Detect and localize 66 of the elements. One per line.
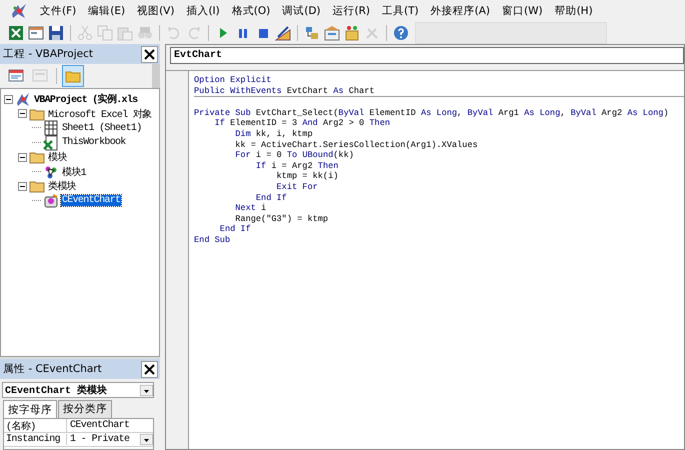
code-line: End If [218,224,252,235]
module-icon [43,164,59,180]
menu-item[interactable]: 调试(D) [282,4,320,18]
collapse-toggle-icon[interactable] [4,94,13,104]
close-icon[interactable] [141,46,158,62]
tree-item[interactable]: Microsoft Excel 对象 [47,106,152,121]
ruler-icon[interactable] [275,24,291,40]
object-browser-icon[interactable] [344,24,360,40]
collapse-toggle-icon[interactable] [18,109,27,118]
collapse-toggle-icon[interactable] [18,152,27,162]
tree-item[interactable]: Sheet1 (Sheet1) [61,122,143,134]
code-line: kk = ActiveChart.SeriesCollection(Arg1).XValues [234,140,479,150]
menu-item[interactable]: 工具(T) [382,4,419,18]
vba-logo-icon [10,2,28,20]
dropdown-arrow-icon[interactable] [140,434,153,445]
property-value[interactable]: 1 - Private [67,434,140,445]
code-line: Exit For [276,182,319,193]
tree-item[interactable]: 模块 [47,150,68,164]
code-line: Range("G3") = ktmp [234,214,330,224]
property-name: (名称) [4,418,67,432]
save-icon[interactable] [48,24,64,40]
close-icon[interactable] [141,360,158,378]
menu-item[interactable]: 运行(R) [332,4,370,18]
spreadsheet-icon[interactable] [8,24,24,40]
tree-item[interactable]: CEventChart [61,195,122,206]
tab[interactable]: 按分类序 [58,400,112,418]
menu-item[interactable]: 格式(O) [232,4,270,18]
object-dropdown[interactable]: CEventChart 类模块 [2,382,154,398]
project-explorer-icon[interactable] [304,24,320,40]
tree-item[interactable]: VBAProject (实例.xls [33,92,138,106]
workbook-icon [43,134,59,151]
code-line: For i = 0 To UBound(kk) [234,150,355,161]
code-line: End If [254,192,288,204]
class-module-icon [43,192,59,209]
pane-title: 属性 - CEventChart [3,362,102,376]
tab[interactable]: 按字母序 [3,400,57,418]
code-line: If i = Arg2 Then [254,160,340,172]
properties-icon[interactable] [324,24,340,40]
code-line: Next i [234,203,268,214]
help-icon[interactable] [393,24,409,40]
code-line: Private Sub EvtChart_Select(ByVal ElementID As Long, ByVal Arg1 As Long, ByVal Arg2 As Long) [194,108,670,118]
code-line: Option Explicit [194,75,272,86]
object-box[interactable]: EvtChart [170,47,684,64]
property-name: Instancing [4,434,67,445]
menu-item[interactable]: 编辑(E) [88,4,126,18]
menu-item[interactable]: 文件(F) [40,4,76,18]
menu-item[interactable]: 帮助(H) [554,4,593,18]
tree-item[interactable]: 类模块 [47,179,77,194]
code-line: If ElementID = 3 And Arg2 > 0 Then [214,118,392,129]
code-line: End Sub [194,234,232,246]
sheet-icon [43,120,59,136]
code-line: Dim kk, i, ktmp [234,128,314,140]
property-value[interactable]: CEventChart [67,420,153,431]
project-icon [15,91,31,108]
tree-item[interactable]: ThisWorkbook [61,137,127,148]
code-line: Public WithEvents EvtChart As Chart [194,86,376,96]
collapse-toggle-icon[interactable] [18,182,27,191]
pane-title: 工程 - VBAProject [3,47,93,61]
menu-item[interactable]: 窗口(W) [502,4,543,18]
form-icon[interactable] [28,24,44,40]
tree-item[interactable]: 模块1 [61,164,87,179]
dropdown-arrow-icon [140,384,153,396]
code-line: ktmp = kk(i) [276,171,340,182]
menu-item[interactable]: 外接程序(A) [430,4,490,18]
menu-item[interactable]: 视图(V) [137,4,174,18]
menu-item[interactable]: 插入(I) [186,4,220,18]
